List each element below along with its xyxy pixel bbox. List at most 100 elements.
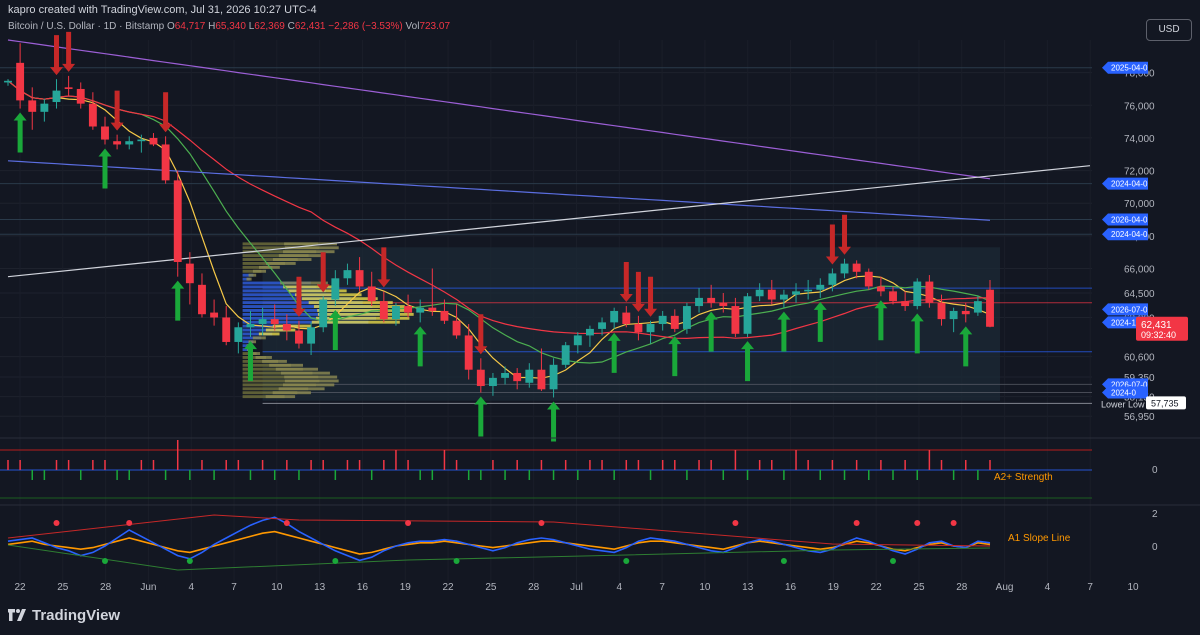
brand[interactable]: TradingView xyxy=(8,607,120,624)
candle-body xyxy=(295,330,303,344)
strength-bar xyxy=(855,460,858,470)
candle xyxy=(743,292,752,338)
candle-body xyxy=(367,286,376,302)
candle-body xyxy=(173,180,182,262)
strength-bar xyxy=(868,470,870,480)
strength-bar xyxy=(819,470,822,480)
candle-body xyxy=(731,306,740,334)
strength-bar xyxy=(55,460,58,470)
strength-bar xyxy=(528,470,531,480)
candle-body xyxy=(525,369,534,383)
strength-bar xyxy=(613,470,615,480)
strength-bar xyxy=(807,460,809,470)
strength-bar xyxy=(480,470,482,480)
time-tick-label: 19 xyxy=(828,582,840,593)
candle-body xyxy=(949,310,958,320)
strength-bar xyxy=(516,460,518,470)
candle-body xyxy=(889,291,897,302)
candle-body xyxy=(28,100,37,112)
candle-body xyxy=(16,62,25,101)
footer-bar xyxy=(0,597,1200,635)
strength-bar xyxy=(79,470,82,480)
strength-bar xyxy=(67,460,70,470)
slope-trough-dot xyxy=(332,558,339,564)
candle-body xyxy=(88,103,97,127)
currency-button[interactable]: USD xyxy=(1146,19,1192,41)
strength-bar xyxy=(358,460,361,470)
candle-body xyxy=(222,317,231,342)
price-tag-label: 2024-04-0 xyxy=(1111,230,1148,239)
candle-body xyxy=(767,289,776,300)
time-tick-label: 22 xyxy=(443,582,455,593)
candle-body xyxy=(101,126,109,140)
strength-bar xyxy=(928,450,931,470)
strength-bar xyxy=(334,470,337,480)
slope-trough-dot xyxy=(186,558,193,564)
slope-peak-dot xyxy=(53,520,60,526)
candle-body xyxy=(913,281,922,307)
strength-bar xyxy=(746,470,749,480)
candle-body xyxy=(561,345,570,365)
candle-body xyxy=(816,284,825,290)
strength-bar xyxy=(492,460,494,470)
chart-canvas[interactable]: 78,00076,00074,00072,00070,00068,00066,0… xyxy=(0,0,1200,635)
volume-profile-bar xyxy=(272,391,311,395)
volume-profile-bar xyxy=(313,305,405,308)
time-tick-label: Aug xyxy=(996,582,1014,593)
strength-bar xyxy=(649,470,652,480)
time-tick-label: 7 xyxy=(231,582,237,593)
strength-bar xyxy=(176,440,179,470)
time-tick-label: 16 xyxy=(785,582,797,593)
time-tick-label: 13 xyxy=(742,582,754,593)
strength-bar xyxy=(164,470,167,480)
time-tick-label: 28 xyxy=(956,582,968,593)
strength-bar xyxy=(370,470,373,480)
strength-bar xyxy=(674,460,676,470)
slope-trough-dot xyxy=(101,558,108,564)
candle-body xyxy=(319,299,328,328)
candle-body xyxy=(76,88,85,104)
candle-body xyxy=(573,335,582,346)
strength-bar xyxy=(310,460,312,470)
strength-bar xyxy=(322,460,324,470)
slope-trough-dot xyxy=(780,558,787,564)
slope-peak-dot xyxy=(914,520,921,526)
candle-body xyxy=(476,369,485,387)
time-tick-label: 4 xyxy=(617,582,623,593)
price-tick-label: 64,500 xyxy=(1124,289,1155,300)
candle-body xyxy=(161,144,170,181)
strength-bar xyxy=(637,460,640,470)
strength-bar xyxy=(383,460,385,470)
strength-bar xyxy=(455,460,458,470)
strength-bar xyxy=(273,470,276,480)
strength-bar xyxy=(419,470,421,480)
volume-profile-bar xyxy=(252,269,267,273)
strength-bar xyxy=(92,460,94,470)
strength-bar xyxy=(625,460,628,470)
strength-bar xyxy=(443,450,446,470)
time-tick-label: 10 xyxy=(1127,582,1139,593)
price-tag-label: 2026-04-0 xyxy=(1111,216,1148,225)
candle-body xyxy=(755,289,764,297)
candle-body xyxy=(4,80,12,83)
strength-bar xyxy=(661,460,664,470)
volume-profile-bar xyxy=(255,356,272,359)
strength-bar xyxy=(407,460,409,470)
volume-profile-bar xyxy=(272,258,312,261)
symbol-legend: Bitcoin / U.S. Dollar · 1D · Bitstamp O6… xyxy=(8,21,450,32)
price-tick-label: 66,000 xyxy=(1124,265,1155,276)
strength-bar xyxy=(904,460,906,470)
time-tick-label: 13 xyxy=(314,582,326,593)
strength-bar xyxy=(43,470,46,480)
candle-body xyxy=(185,263,194,284)
candle-body xyxy=(743,296,752,334)
strength-bar xyxy=(977,470,979,480)
strength-bar xyxy=(722,470,725,480)
open-value: 64,717 xyxy=(174,21,206,32)
created-caption: kapro created with TradingView.com, Jul … xyxy=(8,4,317,16)
candle-body xyxy=(416,307,425,313)
strength-bar xyxy=(104,460,106,470)
strength-bar xyxy=(431,470,434,480)
volume-profile-bar xyxy=(265,261,296,265)
time-tick-label: 4 xyxy=(188,582,194,593)
